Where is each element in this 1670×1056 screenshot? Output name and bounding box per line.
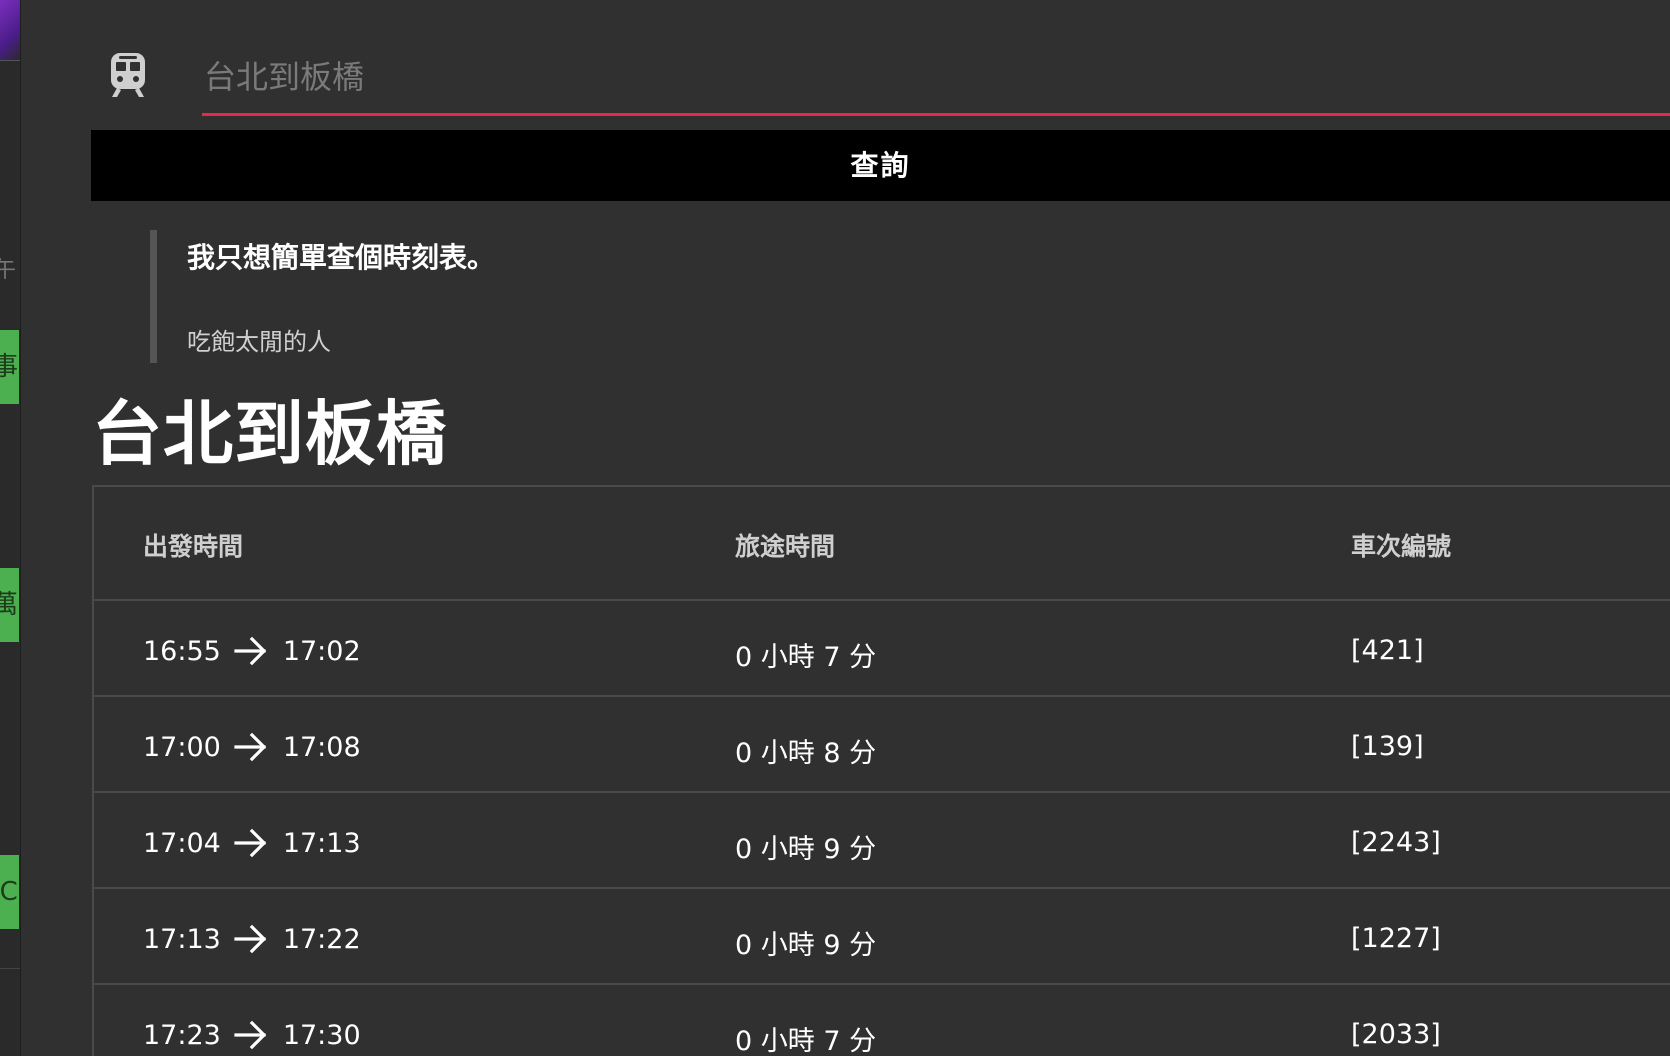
arrival-time: 17:30: [282, 1019, 361, 1051]
route-title: 台北到板橋: [92, 393, 447, 475]
duration-cell: 0 小時 7 分: [735, 1026, 877, 1056]
timetable: 出發時間 旅途時間 車次編號 16:55 17:02 0 小時 7 分 [421…: [92, 485, 1670, 1056]
time-cell: 16:55 17:02: [143, 635, 361, 667]
train-number-cell: [139]: [1351, 731, 1424, 762]
time-cell: 17:13 17:22: [143, 923, 361, 955]
table-row[interactable]: 17:13 17:22 0 小時 9 分 [1227]: [94, 889, 1670, 985]
arrival-time: 17:22: [282, 923, 361, 955]
duration-cell: 0 小時 7 分: [735, 642, 877, 673]
departure-time: 17:04: [143, 827, 221, 859]
arrow-right-icon: [234, 1020, 267, 1050]
search-field: [202, 40, 1670, 116]
arrow-right-icon: [234, 732, 267, 762]
table-row[interactable]: 17:04 17:13 0 小時 9 分 [2243]: [94, 793, 1670, 889]
arrow-right-icon: [234, 924, 267, 954]
strip-green-tag: 萬: [0, 568, 19, 642]
background-window-strip: 午 事 萬 IC: [0, 0, 21, 1056]
arrow-right-icon: [234, 828, 267, 858]
arrival-time: 17:13: [282, 827, 361, 859]
strip-green-tag: IC: [0, 855, 19, 929]
strip-glyph: 午: [0, 252, 16, 284]
duration-cell: 0 小時 9 分: [735, 930, 877, 961]
departure-time: 16:55: [143, 635, 221, 667]
table-row[interactable]: 17:00 17:08 0 小時 8 分 [139]: [94, 697, 1670, 793]
table-row[interactable]: 17:23 17:30 0 小時 7 分 [2033]: [94, 985, 1670, 1056]
train-number-cell: [2243]: [1351, 827, 1441, 858]
duration-cell: 0 小時 9 分: [735, 834, 877, 865]
train-icon: [111, 53, 145, 97]
departure-time: 17:13: [143, 923, 221, 955]
train-number-cell: [1227]: [1351, 923, 1441, 954]
header-train-number: 車次編號: [1351, 532, 1452, 561]
query-button[interactable]: 查詢: [91, 130, 1670, 201]
arrow-right-icon: [234, 636, 267, 666]
duration-cell: 0 小時 8 分: [735, 738, 877, 769]
arrival-time: 17:02: [282, 635, 361, 667]
divider: [0, 60, 20, 61]
app-main: 查詢 我只想簡單查個時刻表。 吃飽太閒的人 台北到板橋 出發時間 旅途時間 車次…: [22, 0, 1670, 1056]
divider: [0, 968, 20, 969]
strip-green-tag: 事: [0, 330, 19, 404]
departure-time: 17:23: [143, 1019, 221, 1051]
time-cell: 17:23 17:30: [143, 1019, 361, 1051]
background-window-header: [0, 0, 20, 60]
train-number-cell: [2033]: [1351, 1019, 1441, 1050]
quote-author: 吃飽太閒的人: [187, 328, 331, 356]
arrival-time: 17:08: [282, 731, 361, 763]
route-search-input[interactable]: [202, 52, 1602, 102]
time-cell: 17:04 17:13: [143, 827, 361, 859]
departure-time: 17:00: [143, 731, 221, 763]
time-cell: 17:00 17:08: [143, 731, 361, 763]
quote-text: 我只想簡單查個時刻表。: [187, 241, 496, 274]
table-header-row: 出發時間 旅途時間 車次編號: [94, 487, 1670, 601]
header-departure: 出發時間: [143, 532, 244, 561]
train-number-cell: [421]: [1351, 635, 1424, 666]
quote-block: 我只想簡單查個時刻表。 吃飽太閒的人: [150, 230, 1050, 363]
header-duration: 旅途時間: [735, 532, 836, 561]
table-row[interactable]: 16:55 17:02 0 小時 7 分 [421]: [94, 601, 1670, 697]
